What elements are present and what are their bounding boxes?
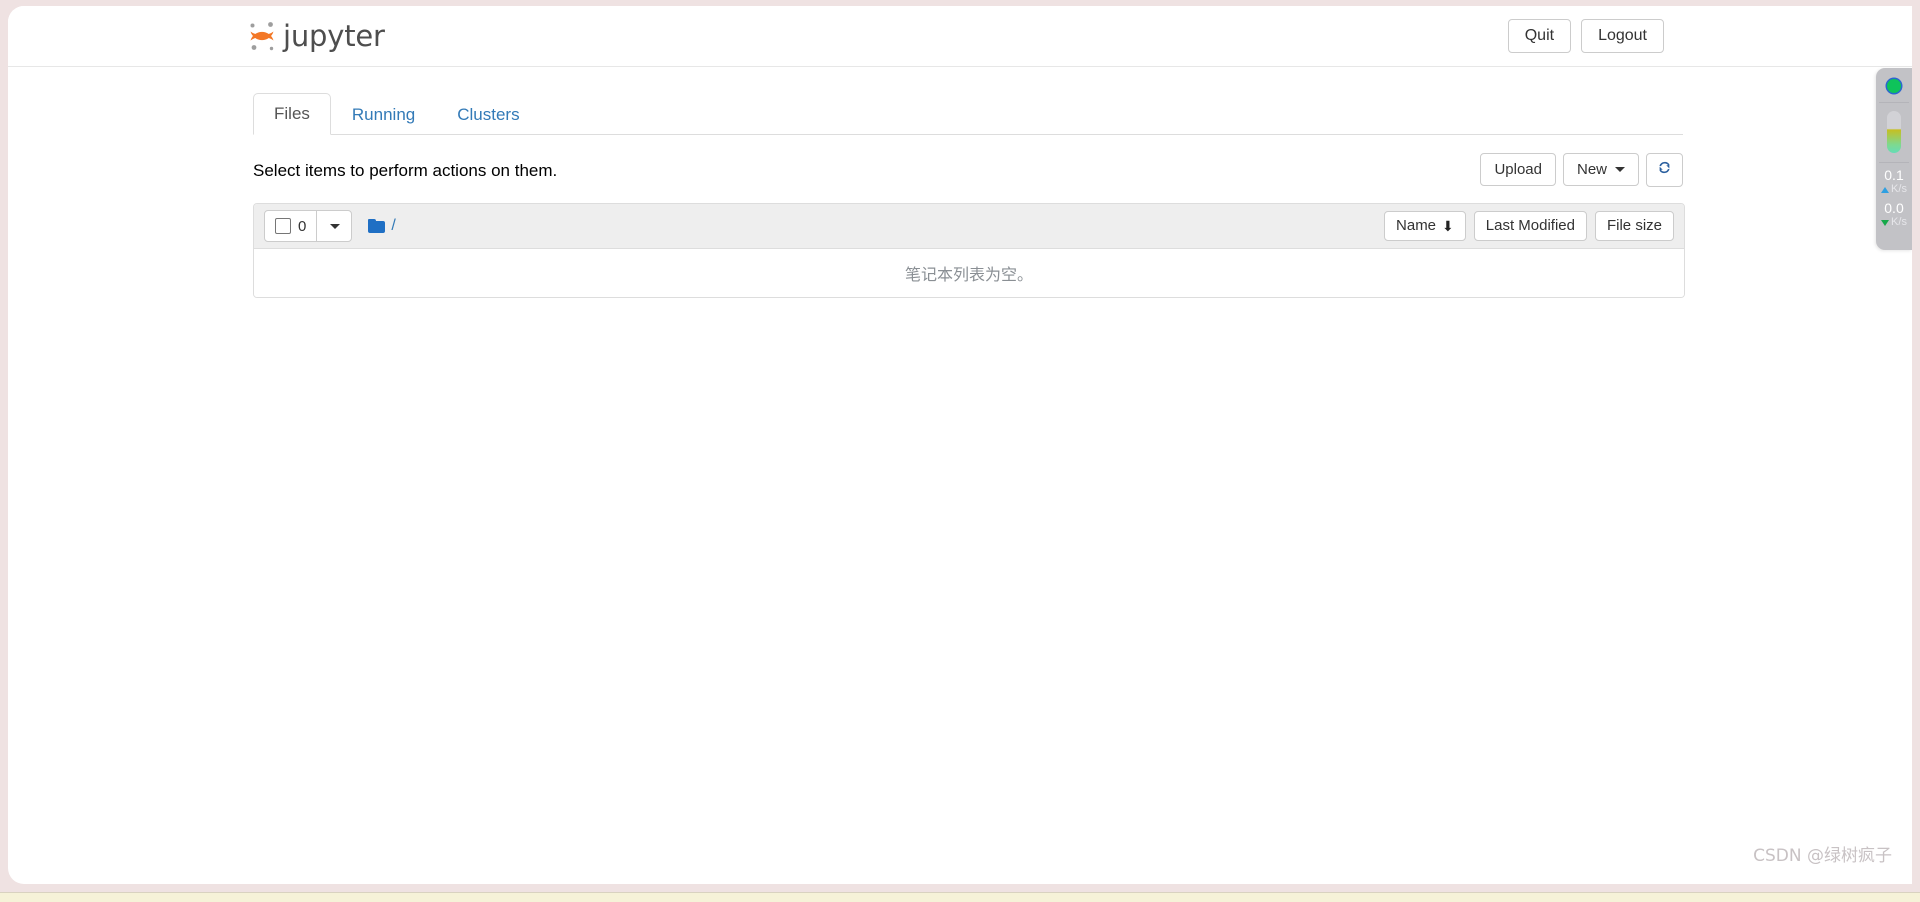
file-list-panel: 0 / Name ⬇ Last Modified File size 笔记本列表… xyxy=(253,203,1685,298)
upload-speed-unit: K/s xyxy=(1891,183,1907,195)
sort-button-group: Name ⬇ Last Modified File size xyxy=(1384,211,1674,241)
page-header: jupyter Quit Logout xyxy=(8,6,1912,67)
sort-by-modified-button[interactable]: Last Modified xyxy=(1473,211,1587,241)
network-status-widget[interactable]: 0.1 K/s 0.0 K/s xyxy=(1876,68,1912,250)
breadcrumb: / xyxy=(368,217,396,235)
select-all-group: 0 xyxy=(264,210,353,242)
actions-right-group: Upload New xyxy=(1480,153,1683,187)
jupyter-logo-text: jupyter xyxy=(283,19,385,53)
download-speed-stat: 0.0 K/s xyxy=(1876,201,1912,229)
chevron-down-icon xyxy=(1615,167,1625,172)
download-speed-value: 0.0 xyxy=(1884,200,1904,216)
upload-speed-value: 0.1 xyxy=(1884,167,1904,183)
widget-divider xyxy=(1879,162,1909,163)
arrow-down-icon xyxy=(1881,219,1890,226)
quit-button[interactable]: Quit xyxy=(1507,19,1572,53)
select-items-hint: Select items to perform actions on them. xyxy=(253,161,558,180)
tab-running[interactable]: Running xyxy=(331,94,436,135)
battery-capsule-icon xyxy=(1887,111,1901,153)
bottom-strip xyxy=(0,892,1920,902)
widget-divider xyxy=(1879,102,1909,103)
logout-button[interactable]: Logout xyxy=(1581,19,1664,53)
upload-speed-stat: 0.1 K/s xyxy=(1876,168,1912,196)
file-list-toolbar: 0 / Name ⬇ Last Modified File size xyxy=(254,204,1684,249)
jupyter-logo-icon xyxy=(245,19,279,53)
empty-state-row: 笔记本列表为空。 xyxy=(254,249,1684,297)
download-speed-unit-row: K/s xyxy=(1876,216,1912,229)
screen-root: jupyter Quit Logout Files Running Cluste… xyxy=(0,0,1920,902)
upload-button-label: Upload xyxy=(1494,161,1542,178)
sort-by-name-button[interactable]: Name ⬇ xyxy=(1384,211,1466,241)
arrow-up-icon xyxy=(1881,186,1890,193)
sort-by-size-button[interactable]: File size xyxy=(1594,211,1674,241)
refresh-icon xyxy=(1657,160,1672,180)
jupyter-page: jupyter Quit Logout Files Running Cluste… xyxy=(8,6,1912,884)
arrow-down-icon: ⬇ xyxy=(1442,218,1454,234)
actions-row: Select items to perform actions on them.… xyxy=(253,153,1683,203)
jupyter-logo[interactable]: jupyter xyxy=(245,14,385,58)
tab-files[interactable]: Files xyxy=(253,93,331,135)
refresh-button[interactable] xyxy=(1646,153,1683,187)
chevron-down-icon xyxy=(330,223,341,229)
tab-bar: Files Running Clusters xyxy=(253,93,1683,135)
select-all-cell[interactable]: 0 xyxy=(265,211,318,241)
watermark: CSDN @绿树疯子 xyxy=(1753,846,1892,866)
select-menu-button[interactable] xyxy=(317,211,351,241)
download-speed-unit: K/s xyxy=(1891,216,1907,228)
sort-name-label: Name xyxy=(1396,217,1437,234)
breadcrumb-root-link[interactable]: / xyxy=(391,217,395,235)
header-button-group: Quit Logout xyxy=(1507,19,1664,53)
folder-icon xyxy=(368,219,386,233)
main-content: Files Running Clusters Select items to p… xyxy=(253,67,1685,298)
green-status-dot-icon xyxy=(1887,79,1901,93)
upload-button[interactable]: Upload xyxy=(1480,153,1556,186)
selected-count: 0 xyxy=(298,217,307,235)
new-button[interactable]: New xyxy=(1562,153,1639,186)
select-all-checkbox[interactable] xyxy=(275,218,291,234)
tab-clusters[interactable]: Clusters xyxy=(436,94,540,135)
new-button-label: New xyxy=(1576,161,1607,178)
upload-speed-unit-row: K/s xyxy=(1876,183,1912,196)
empty-state-message: 笔记本列表为空。 xyxy=(904,265,1033,284)
